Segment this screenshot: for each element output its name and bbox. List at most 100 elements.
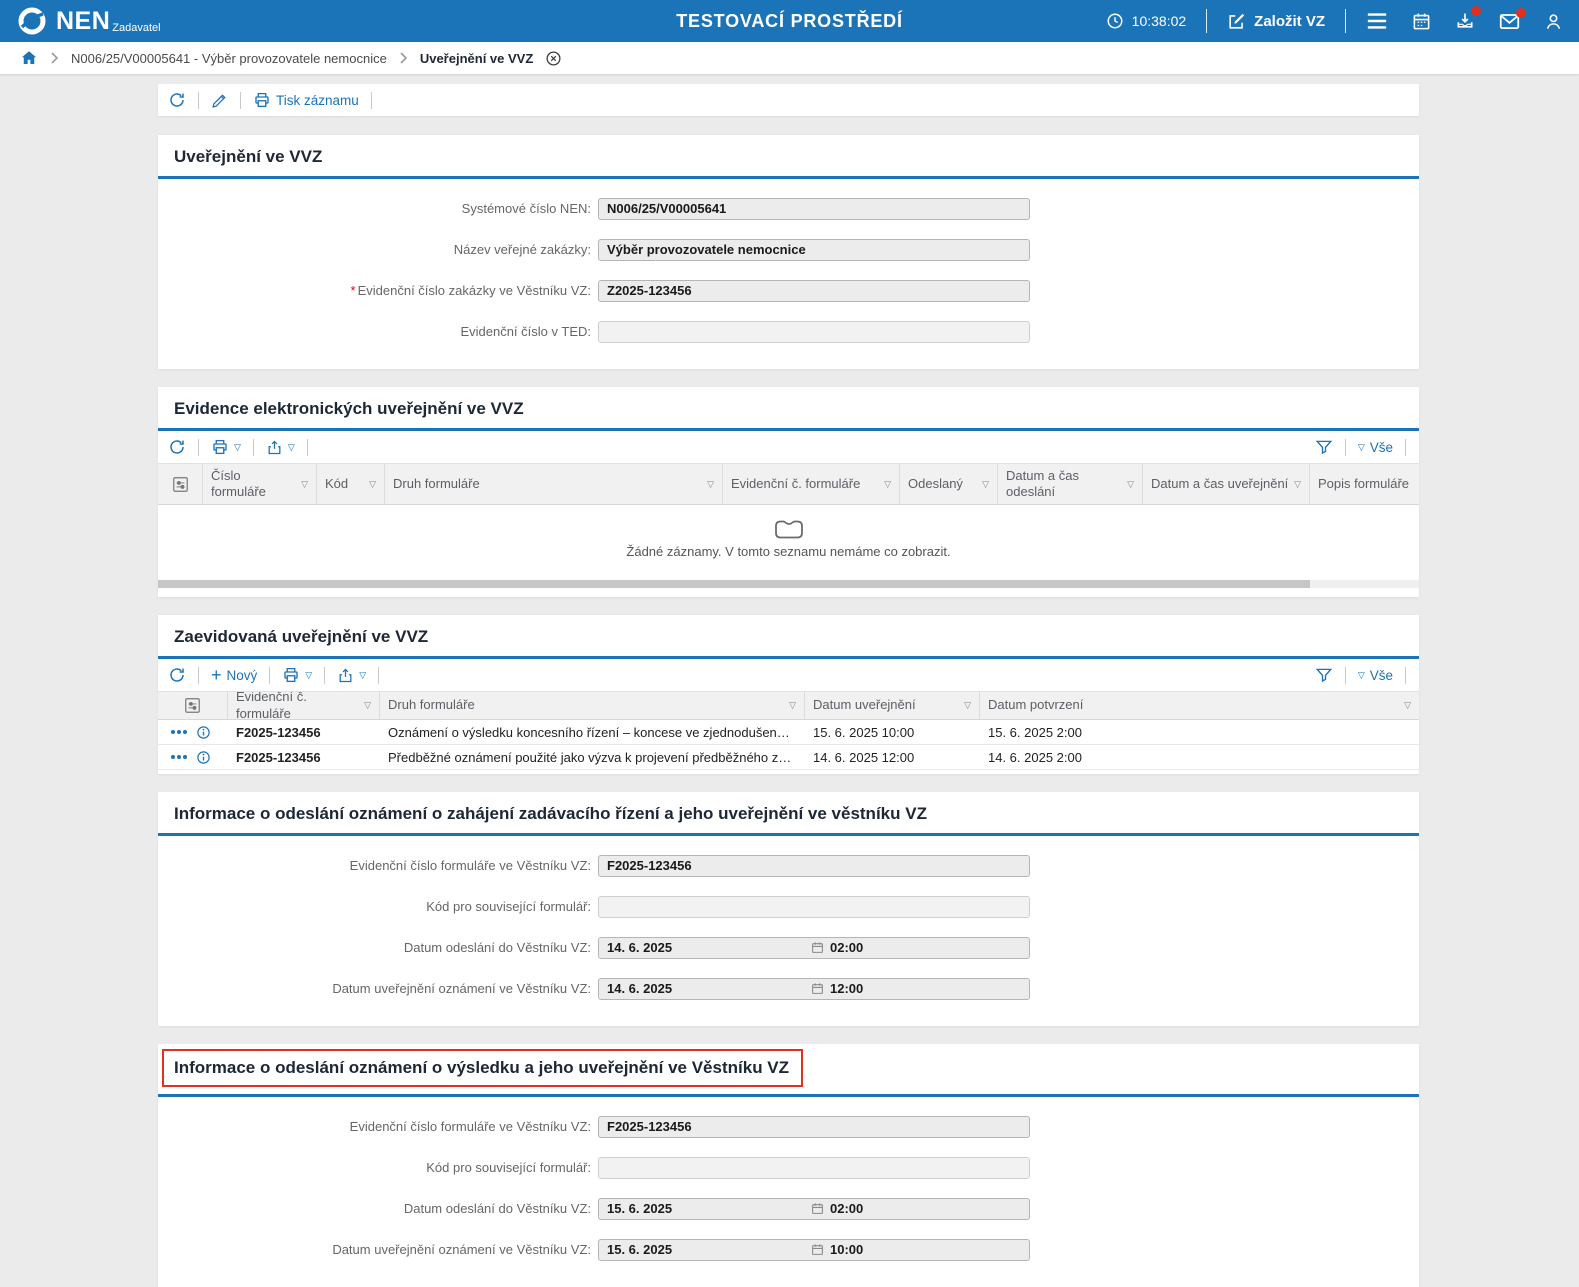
table-row[interactable]: F2025-123456 Oznámení o výsledku koncesn… [158,720,1419,745]
create-vz-button[interactable]: Založit VZ [1227,12,1325,31]
refresh-icon[interactable] [168,666,186,684]
filter-triangle-icon[interactable]: ▽ [1127,479,1134,490]
column-header[interactable]: Evidenční č. formuláře▽ [228,692,380,719]
column-settings-icon[interactable] [158,464,203,504]
inbox-download-icon[interactable] [1455,11,1475,31]
print-record-button[interactable]: Tisk záznamu [253,91,359,109]
field-sent-date: Datum odeslání do Věstníku VZ: 14. 6. 20… [158,927,1419,968]
filter-funnel-icon[interactable] [1315,666,1333,684]
field-label: Datum odeslání do Věstníku VZ: [158,940,598,955]
sent-date-input[interactable]: 14. 6. 2025 02:00 [598,937,1030,959]
filter-all-select[interactable]: ▽ Vše [1358,440,1393,455]
column-header[interactable]: Datum a čas odeslání▽ [998,464,1143,504]
column-header[interactable]: Datum uveřejnění▽ [805,692,980,719]
plus-icon: + [211,668,222,682]
field-sent-date: Datum odeslání do Věstníku VZ: 15. 6. 20… [158,1188,1419,1229]
divider [198,92,199,109]
refresh-icon[interactable] [168,91,186,109]
breadcrumb-item-current[interactable]: Uveřejnění ve VVZ [420,51,533,66]
field-label: Evidenční číslo formuláře ve Věstníku VZ… [158,858,598,873]
form-number-input[interactable]: F2025-123456 [598,855,1030,877]
system-number-input[interactable]: N006/25/V00005641 [598,198,1030,220]
filter-triangle-icon[interactable]: ▽ [301,479,308,490]
user-icon[interactable] [1544,12,1563,31]
nen-brand[interactable]: NEN Zadavatel [16,5,161,37]
filter-triangle-icon[interactable]: ▽ [1294,479,1301,490]
breadcrumb-item-vz[interactable]: N006/25/V00005641 - Výběr provozovatele … [71,51,387,66]
environment-title: TESTOVACÍ PROSTŘEDÍ [676,11,903,32]
record-toolbar: Tisk záznamu [158,84,1419,116]
home-icon[interactable] [20,49,38,67]
divider [1345,439,1346,456]
ted-number-input[interactable] [598,321,1030,343]
cell-published: 15. 6. 2025 10:00 [805,725,980,740]
breadcrumb: N006/25/V00005641 - Výběr provozovatele … [0,42,1579,74]
column-header[interactable]: Kód▽ [317,464,385,504]
vvz-number-input[interactable]: Z2025-123456 [598,280,1030,302]
published-date-input[interactable]: 15. 6. 2025 10:00 [598,1239,1030,1261]
row-menu-icon[interactable] [171,755,187,759]
column-header[interactable]: Evidenční č. formuláře▽ [723,464,900,504]
contract-name-input[interactable]: Výběr provozovatele nemocnice [598,239,1030,261]
column-header[interactable]: Popis formuláře [1310,464,1419,504]
field-label: Datum uveřejnění oznámení ve Věstníku VZ… [158,1242,598,1257]
form-number-input[interactable]: F2025-123456 [598,1116,1030,1138]
sent-date-input[interactable]: 15. 6. 2025 02:00 [598,1198,1030,1220]
notification-badge [1471,6,1481,16]
close-tab-icon[interactable] [545,50,562,67]
filter-triangle-icon[interactable]: ▽ [369,479,376,490]
print-menu-button[interactable]: ▽ [282,666,312,684]
mail-icon[interactable] [1499,13,1520,30]
print-icon [282,666,300,684]
field-ted-number: Evidenční číslo v TED: [158,311,1419,352]
filter-triangle-icon[interactable]: ▽ [1404,700,1411,711]
field-system-number: Systémové číslo NEN: N006/25/V00005641 [158,188,1419,229]
section-registered: Zaevidovaná uveřejnění ve VVZ + Nový [158,615,1419,774]
filter-triangle-icon[interactable]: ▽ [707,479,714,490]
section-evidence: Evidence elektronických uveřejnění ve VV… [158,387,1419,597]
field-form-number: Evidenční číslo formuláře ve Věstníku VZ… [158,845,1419,886]
info-icon[interactable] [196,750,211,765]
filter-triangle-icon[interactable]: ▽ [789,700,796,711]
calendar-icon[interactable] [1412,12,1431,31]
filter-triangle-icon[interactable]: ▽ [964,700,971,711]
column-header[interactable]: Druh formuláře▽ [380,692,805,719]
table-row[interactable]: F2025-123456 Předběžné oznámení použité … [158,745,1419,770]
column-header[interactable]: Číslo formuláře▽ [203,464,317,504]
column-settings-icon[interactable] [158,692,228,719]
field-label: Evidenční číslo formuláře ve Věstníku VZ… [158,1119,598,1134]
menu-icon[interactable] [1366,12,1388,30]
section-title: Informace o odeslání oznámení o výsledku… [174,1058,789,1078]
field-label: Datum odeslání do Věstníku VZ: [158,1201,598,1216]
print-icon [253,91,271,109]
highlight-box: Informace o odeslání oznámení o výsledku… [162,1049,803,1087]
cell-confirmed: 14. 6. 2025 2:00 [980,750,1419,765]
divider [324,667,325,684]
filter-triangle-icon[interactable]: ▽ [982,479,989,490]
row-menu-icon[interactable] [171,730,187,734]
filter-triangle-icon[interactable]: ▽ [364,700,371,711]
new-record-button[interactable]: + Nový [211,668,257,683]
divider [307,439,308,456]
info-icon[interactable] [196,725,211,740]
related-code-input[interactable] [598,1157,1030,1179]
column-header[interactable]: Odeslaný▽ [900,464,998,504]
column-header[interactable]: Druh formuláře▽ [385,464,723,504]
related-code-input[interactable] [598,896,1030,918]
nen-logo-icon [16,5,48,37]
column-header[interactable]: Datum a čas uveřejnění▽ [1143,464,1310,504]
export-menu-button[interactable]: ▽ [266,439,295,456]
edit-pencil-icon[interactable] [211,92,228,109]
scrollbar-thumb[interactable] [158,580,1310,588]
empty-message: Žádné záznamy. V tomto seznamu nemáme co… [158,544,1419,559]
filter-funnel-icon[interactable] [1315,438,1333,456]
section-title: Informace o odeslání oznámení o zahájení… [158,792,1419,833]
export-menu-button[interactable]: ▽ [337,667,366,684]
column-header[interactable]: Datum potvrzení▽ [980,692,1419,719]
horizontal-scrollbar[interactable] [158,580,1419,588]
published-date-input[interactable]: 14. 6. 2025 12:00 [598,978,1030,1000]
print-menu-button[interactable]: ▽ [211,438,241,456]
filter-all-select[interactable]: ▽ Vše [1358,668,1393,683]
filter-triangle-icon[interactable]: ▽ [884,479,891,490]
refresh-icon[interactable] [168,438,186,456]
